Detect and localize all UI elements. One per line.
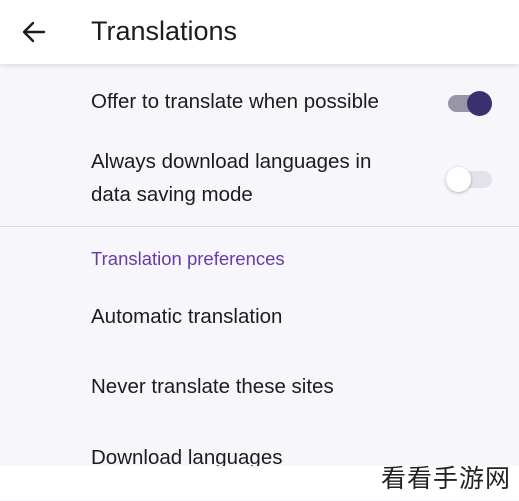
toggle-thumb (446, 167, 471, 192)
setting-label: Offer to translate when possible (91, 90, 379, 113)
back-button[interactable] (10, 8, 58, 56)
app-bar: Translations (0, 0, 519, 64)
arrow-left-icon (22, 21, 46, 43)
section-title: Translation preferences (91, 248, 285, 269)
pref-item-never-translate-sites[interactable]: Never translate these sites (0, 370, 519, 430)
page-title: Translations (91, 16, 238, 46)
setting-always-download-languages[interactable]: Always download languages in data saving… (0, 140, 519, 222)
pref-item-label: Never translate these sites (91, 375, 334, 398)
pref-item-automatic-translation[interactable]: Automatic translation (0, 300, 519, 360)
watermark-text: 看看手游网 (380, 465, 511, 493)
setting-label-line-1: Always download languages in (91, 150, 372, 173)
always-download-languages-toggle[interactable] (446, 163, 494, 193)
pref-item-label: Automatic translation (91, 305, 283, 328)
section-divider (0, 226, 519, 227)
setting-offer-to-translate[interactable]: Offer to translate when possible (0, 70, 519, 136)
setting-label-line-2: data saving mode (91, 183, 253, 206)
offer-to-translate-toggle[interactable] (448, 87, 494, 117)
toggle-thumb (467, 91, 492, 116)
